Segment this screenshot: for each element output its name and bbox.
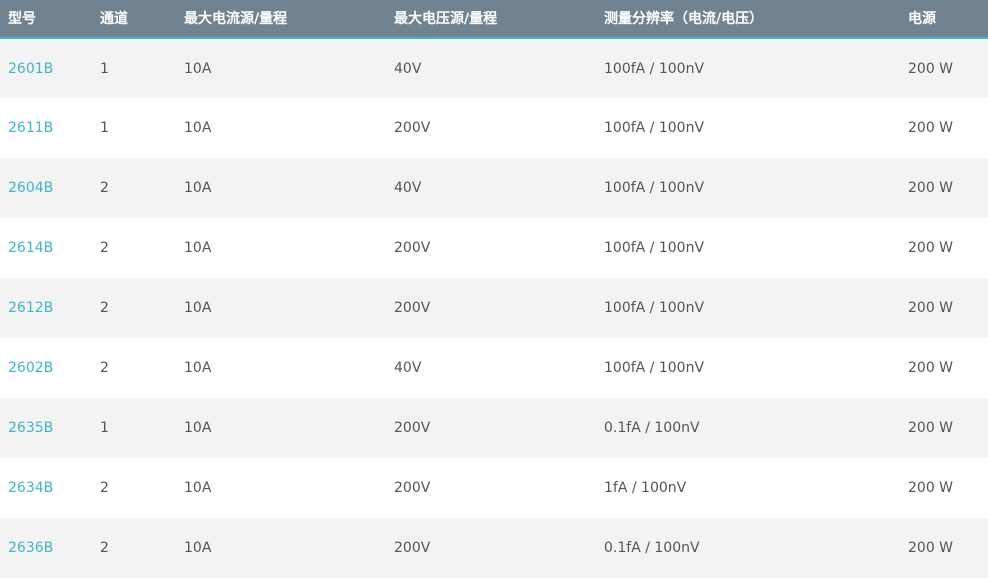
channels-cell: 1 [100, 120, 109, 136]
model-link[interactable]: 2611B [8, 120, 53, 136]
power-cell: 200 W [908, 60, 954, 77]
power-cell: 200 W [908, 120, 954, 136]
model-cell: 2636B [0, 518, 92, 578]
header-model: 型号 [0, 0, 92, 39]
max-current-cell: 10A [184, 360, 212, 376]
resolution-cell: 1fA / 100nV [604, 480, 687, 496]
power-cell: 200 W [908, 540, 954, 556]
max-current-cell: 10A [184, 420, 212, 436]
model-link[interactable]: 2634B [8, 480, 53, 496]
smu-spec-table: 型号 通道 最大电流源/量程 最大电压源/量程 测量分辨率（电流/电压） 电源 … [0, 0, 988, 578]
header-power: 电源 [900, 0, 988, 39]
model-link[interactable]: 2614B [8, 240, 53, 256]
max-current-cell: 10A [184, 180, 212, 196]
channels-cell: 2 [100, 180, 109, 196]
model-cell: 2601B [0, 38, 92, 98]
table-row: 2604B 2 10A 40V 100fA / 100nV 200 W [0, 158, 988, 218]
max-voltage-cell: 200V [394, 240, 431, 256]
resolution-cell: 100fA / 100nV [604, 180, 705, 196]
max-current-cell: 10A [184, 60, 212, 77]
power-cell: 200 W [908, 360, 954, 376]
channels-cell: 2 [100, 300, 109, 316]
power-cell: 200 W [908, 180, 954, 196]
table-row: 2614B 2 10A 200V 100fA / 100nV 200 W [0, 218, 988, 278]
channels-cell: 1 [100, 60, 109, 77]
resolution-cell: 100fA / 100nV [604, 240, 705, 256]
model-link[interactable]: 2612B [8, 300, 53, 316]
table-row: 2611B 1 10A 200V 100fA / 100nV 200 W [0, 98, 988, 158]
model-cell: 2634B [0, 458, 92, 518]
max-voltage-cell: 200V [394, 480, 431, 496]
model-link[interactable]: 2604B [8, 180, 53, 196]
power-cell: 200 W [908, 480, 954, 496]
power-cell: 200 W [908, 300, 954, 316]
max-current-cell: 10A [184, 240, 212, 256]
model-cell: 2612B [0, 278, 92, 338]
table-body: 2601B 1 10A 40V 100fA / 100nV 200 W 2611… [0, 38, 988, 578]
resolution-cell: 0.1fA / 100nV [604, 420, 700, 436]
max-voltage-cell: 200V [394, 300, 431, 316]
max-current-cell: 10A [184, 480, 212, 496]
max-voltage-cell: 40V [394, 180, 422, 196]
channels-cell: 1 [100, 420, 109, 436]
model-link[interactable]: 2601B [8, 61, 53, 77]
resolution-cell: 100fA / 100nV [604, 300, 705, 316]
channels-cell: 2 [100, 540, 109, 556]
model-link[interactable]: 2635B [8, 420, 53, 436]
channels-cell: 2 [100, 240, 109, 256]
max-voltage-cell: 200V [394, 420, 431, 436]
header-max-current: 最大电流源/量程 [176, 0, 386, 39]
max-current-cell: 10A [184, 540, 212, 556]
model-cell: 2602B [0, 338, 92, 398]
table-row: 2636B 2 10A 200V 0.1fA / 100nV 200 W [0, 518, 988, 578]
max-current-cell: 10A [184, 120, 212, 136]
model-cell: 2614B [0, 218, 92, 278]
header-channels: 通道 [92, 0, 176, 39]
max-current-cell: 10A [184, 300, 212, 316]
model-cell: 2635B [0, 398, 92, 458]
table-row: 2634B 2 10A 200V 1fA / 100nV 200 W [0, 458, 988, 518]
table-row: 2601B 1 10A 40V 100fA / 100nV 200 W [0, 38, 988, 98]
max-voltage-cell: 40V [394, 60, 422, 77]
table-header-row: 型号 通道 最大电流源/量程 最大电压源/量程 测量分辨率（电流/电压） 电源 [0, 0, 988, 39]
power-cell: 200 W [908, 240, 954, 256]
model-link[interactable]: 2602B [8, 360, 53, 376]
model-cell: 2611B [0, 98, 92, 158]
table-row: 2612B 2 10A 200V 100fA / 100nV 200 W [0, 278, 988, 338]
header-resolution: 测量分辨率（电流/电压） [596, 0, 900, 39]
model-link[interactable]: 2636B [8, 540, 53, 556]
resolution-cell: 100fA / 100nV [604, 60, 705, 77]
max-voltage-cell: 40V [394, 360, 422, 376]
header-max-voltage: 最大电压源/量程 [386, 0, 596, 39]
power-cell: 200 W [908, 420, 954, 436]
resolution-cell: 100fA / 100nV [604, 120, 705, 136]
channels-cell: 2 [100, 480, 109, 496]
max-voltage-cell: 200V [394, 540, 431, 556]
resolution-cell: 0.1fA / 100nV [604, 540, 700, 556]
resolution-cell: 100fA / 100nV [604, 360, 705, 376]
table-header: 型号 通道 最大电流源/量程 最大电压源/量程 测量分辨率（电流/电压） 电源 [0, 0, 988, 39]
table-row: 2602B 2 10A 40V 100fA / 100nV 200 W [0, 338, 988, 398]
channels-cell: 2 [100, 360, 109, 376]
model-cell: 2604B [0, 158, 92, 218]
table-row: 2635B 1 10A 200V 0.1fA / 100nV 200 W [0, 398, 988, 458]
max-voltage-cell: 200V [394, 120, 431, 136]
